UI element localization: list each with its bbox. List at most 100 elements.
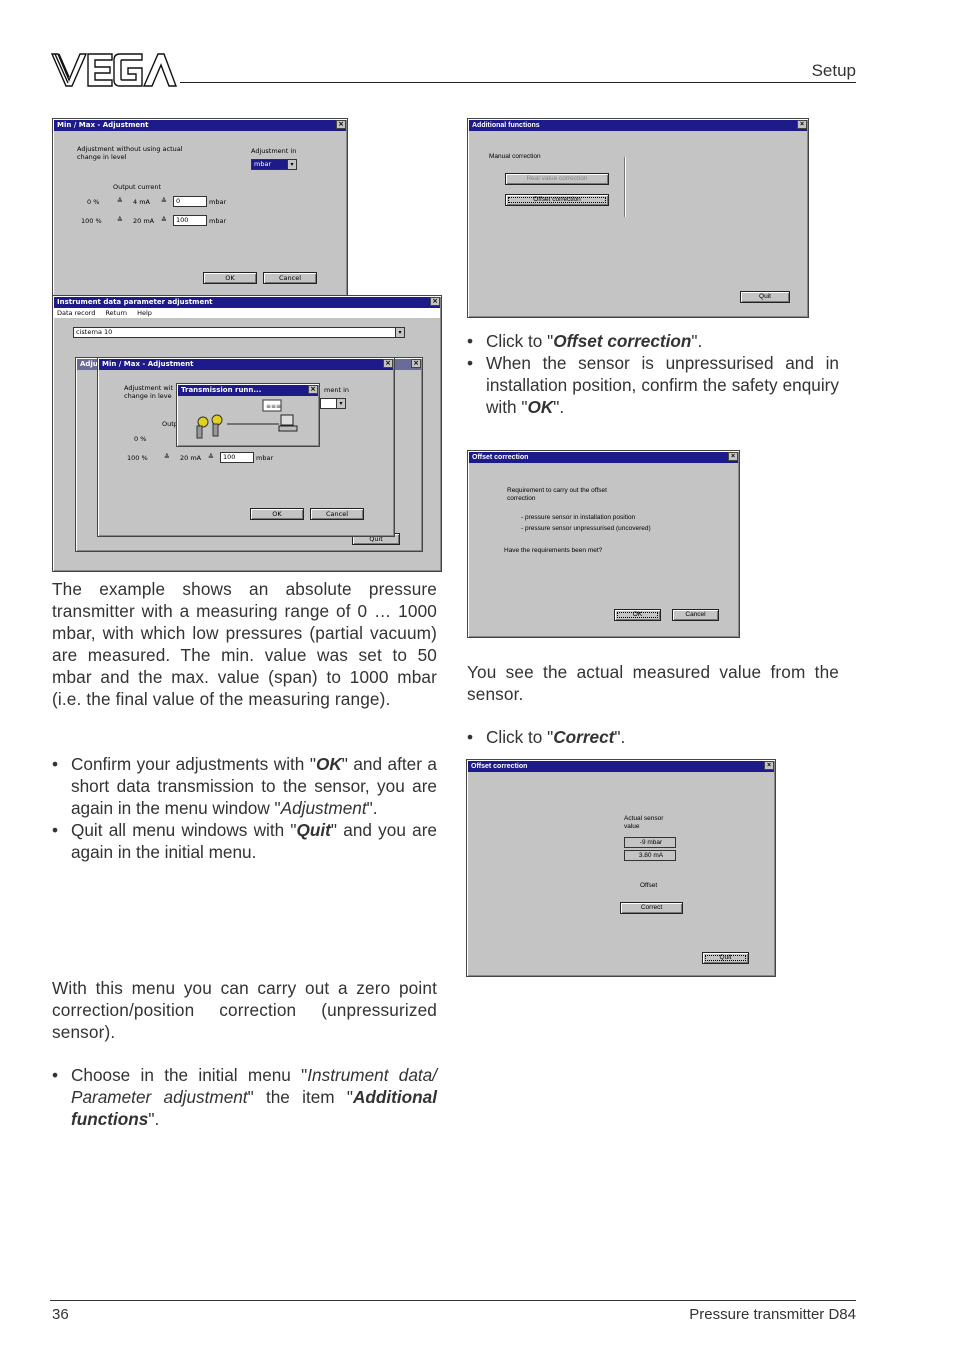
close-icon[interactable]: × bbox=[411, 359, 421, 368]
minmax2-row1-unit: mbar bbox=[256, 454, 274, 462]
requirements-question: Have the requirements been met? bbox=[504, 547, 603, 554]
minmax-window: Min / Max - Adjustment × Adjustment with… bbox=[52, 118, 348, 298]
row0-value-input[interactable]: 0 bbox=[173, 196, 207, 207]
row0-ma: 4 mA bbox=[133, 198, 150, 206]
additional-functions-titlebar: Additional functions bbox=[469, 120, 807, 131]
cancel-button[interactable]: Cancel bbox=[263, 272, 317, 284]
quit-button[interactable]: Quit bbox=[740, 291, 790, 303]
output-current-label: Output current bbox=[113, 183, 162, 191]
intro-paragraph: The example shows an absolute pressure t… bbox=[52, 579, 437, 709]
correct-button[interactable]: Correct bbox=[620, 902, 683, 914]
instrument-data-window: Instrument data parameter adjustment × D… bbox=[52, 295, 442, 572]
radio-icon[interactable]: ≙ bbox=[117, 216, 123, 224]
actual-sensor-label: Actual sensor bbox=[624, 815, 664, 822]
instructions-list-3: Click to "Offset correction". When the s… bbox=[467, 330, 839, 418]
adjust-in-select[interactable]: ▾ bbox=[320, 398, 346, 409]
close-icon[interactable]: × bbox=[336, 120, 346, 129]
measured-value-paragraph: You see the actual measured value from t… bbox=[467, 662, 839, 704]
cancel-button[interactable]: Cancel bbox=[310, 508, 364, 520]
page-number: 36 bbox=[52, 1306, 69, 1323]
minmax2-row1-input[interactable]: 100 bbox=[220, 452, 254, 463]
minmax2-adjust-in: ment in bbox=[324, 386, 349, 394]
menu-help[interactable]: Help bbox=[137, 309, 152, 317]
offset-correction-button[interactable]: Offset correction bbox=[505, 194, 609, 206]
adjust-in-select[interactable]: mbar ▾ bbox=[251, 159, 297, 170]
list-item: Quit all menu windows with "Quit" and yo… bbox=[52, 819, 437, 863]
group-divider bbox=[624, 157, 625, 217]
ok-button[interactable]: OK bbox=[203, 272, 257, 284]
footer-rule bbox=[50, 1300, 856, 1301]
radio-icon[interactable]: ≙ bbox=[161, 216, 167, 224]
row0-unit: mbar bbox=[209, 198, 227, 206]
requirement-line-2: correction bbox=[507, 495, 536, 502]
instructions-list-1: Confirm your adjustments with "OK" and a… bbox=[52, 753, 437, 863]
minmax2-row0-percent: 0 % bbox=[134, 435, 147, 443]
chevron-down-icon[interactable]: ▾ bbox=[336, 399, 345, 408]
menu-return[interactable]: Return bbox=[105, 309, 127, 317]
data-transmission-icon: ≡≡≡ bbox=[196, 399, 298, 439]
radio-icon[interactable]: ≙ bbox=[161, 197, 167, 205]
list-item: Click to "Correct". bbox=[467, 726, 839, 748]
menu-data-record[interactable]: Data record bbox=[57, 309, 95, 317]
transmission-titlebar: Transmission runn... bbox=[178, 385, 318, 396]
chevron-down-icon[interactable]: ▾ bbox=[287, 160, 296, 169]
close-icon[interactable]: × bbox=[383, 359, 393, 368]
row1-unit: mbar bbox=[209, 217, 227, 225]
close-icon[interactable]: × bbox=[764, 761, 774, 770]
offset-confirm-window: Offset correction × Requirement to carry… bbox=[467, 450, 740, 638]
chevron-down-icon[interactable]: ▾ bbox=[395, 328, 404, 337]
record-combo[interactable]: cisterna 10 ▾ bbox=[73, 327, 405, 338]
additional-functions-window: Additional functions × Manual correction… bbox=[467, 118, 809, 318]
minmax-front-titlebar: Min / Max - Adjustment bbox=[99, 359, 393, 370]
requirement-line-4: - pressure sensor unpressurised (uncover… bbox=[521, 525, 651, 532]
zero-point-paragraph: With this menu you can carry out a zero … bbox=[52, 978, 437, 1042]
close-icon[interactable]: × bbox=[430, 297, 440, 306]
minmax2-row1-percent: 100 % bbox=[127, 454, 148, 462]
quit-button[interactable]: Quit bbox=[702, 952, 749, 964]
minmax-titlebar: Min / Max - Adjustment bbox=[54, 120, 346, 131]
row1-ma: 20 mA bbox=[133, 217, 155, 225]
offset-label: Offset bbox=[640, 882, 658, 889]
manual-correction-label: Manual correction bbox=[489, 153, 541, 160]
vega-logo bbox=[50, 53, 178, 87]
cancel-button[interactable]: Cancel bbox=[672, 609, 719, 621]
radio-icon[interactable]: ≙ bbox=[164, 453, 170, 461]
actual-sensor-label-2: value bbox=[624, 823, 640, 830]
menu-bar: Data record Return Help bbox=[54, 308, 440, 318]
close-icon[interactable]: × bbox=[308, 385, 318, 394]
footer-title: Pressure transmitter D84 bbox=[689, 1306, 856, 1323]
offset-correction-titlebar: Offset correction bbox=[468, 761, 774, 772]
row1-percent: 100 % bbox=[81, 217, 102, 225]
screenshot-min-max-adjustment: Min / Max - Adjustment × Adjustment with… bbox=[52, 118, 442, 572]
close-icon[interactable]: × bbox=[797, 120, 807, 129]
real-value-correction-button[interactable]: Real value correction bbox=[505, 173, 609, 185]
adjust-in-label: Adjustment in bbox=[251, 147, 297, 155]
transmission-window: Transmission runn... × ≡≡≡ bbox=[176, 383, 320, 447]
row1-value-input[interactable]: 100 bbox=[173, 215, 207, 226]
minmax2-desc-a: Adjustment wit bbox=[124, 384, 174, 392]
instrument-titlebar: Instrument data parameter adjustment bbox=[54, 297, 440, 308]
list-item: When the sensor is unpressurised and in … bbox=[467, 352, 839, 418]
radio-icon[interactable]: ≙ bbox=[208, 453, 214, 461]
ok-button[interactable]: OK bbox=[250, 508, 304, 520]
list-item: Confirm your adjustments with "OK" and a… bbox=[52, 753, 437, 819]
sensor-value-mbar: -9 mbar bbox=[624, 837, 676, 848]
svg-text:≡≡≡: ≡≡≡ bbox=[266, 403, 281, 410]
radio-icon[interactable]: ≙ bbox=[117, 197, 123, 205]
close-icon[interactable]: × bbox=[728, 452, 738, 461]
row0-percent: 0 % bbox=[87, 198, 100, 206]
list-item: Click to "Offset correction". bbox=[467, 330, 839, 352]
instructions-list-2: Choose in the initial menu "Instrument d… bbox=[52, 1064, 437, 1130]
minmax2-desc-b: change in leve bbox=[124, 392, 172, 400]
section-title: Setup bbox=[811, 61, 856, 80]
ok-button[interactable]: OK bbox=[614, 609, 661, 621]
list-item: Choose in the initial menu "Instrument d… bbox=[52, 1064, 437, 1130]
header-rule bbox=[180, 82, 856, 83]
offset-correction-window: Offset correction × Actual sensor value … bbox=[466, 759, 776, 977]
sensor-value-ma: 3.80 mA bbox=[624, 850, 676, 861]
minmax-desc: Adjustment without using actual change i… bbox=[77, 145, 183, 161]
minmax-front-window: Min / Max - Adjustment × Adjustment wit … bbox=[97, 357, 395, 537]
instructions-list-4: Click to "Correct". bbox=[467, 726, 839, 748]
requirement-line-1: Requirement to carry out the offset bbox=[507, 487, 607, 494]
requirement-line-3: - pressure sensor in installation positi… bbox=[521, 514, 636, 521]
